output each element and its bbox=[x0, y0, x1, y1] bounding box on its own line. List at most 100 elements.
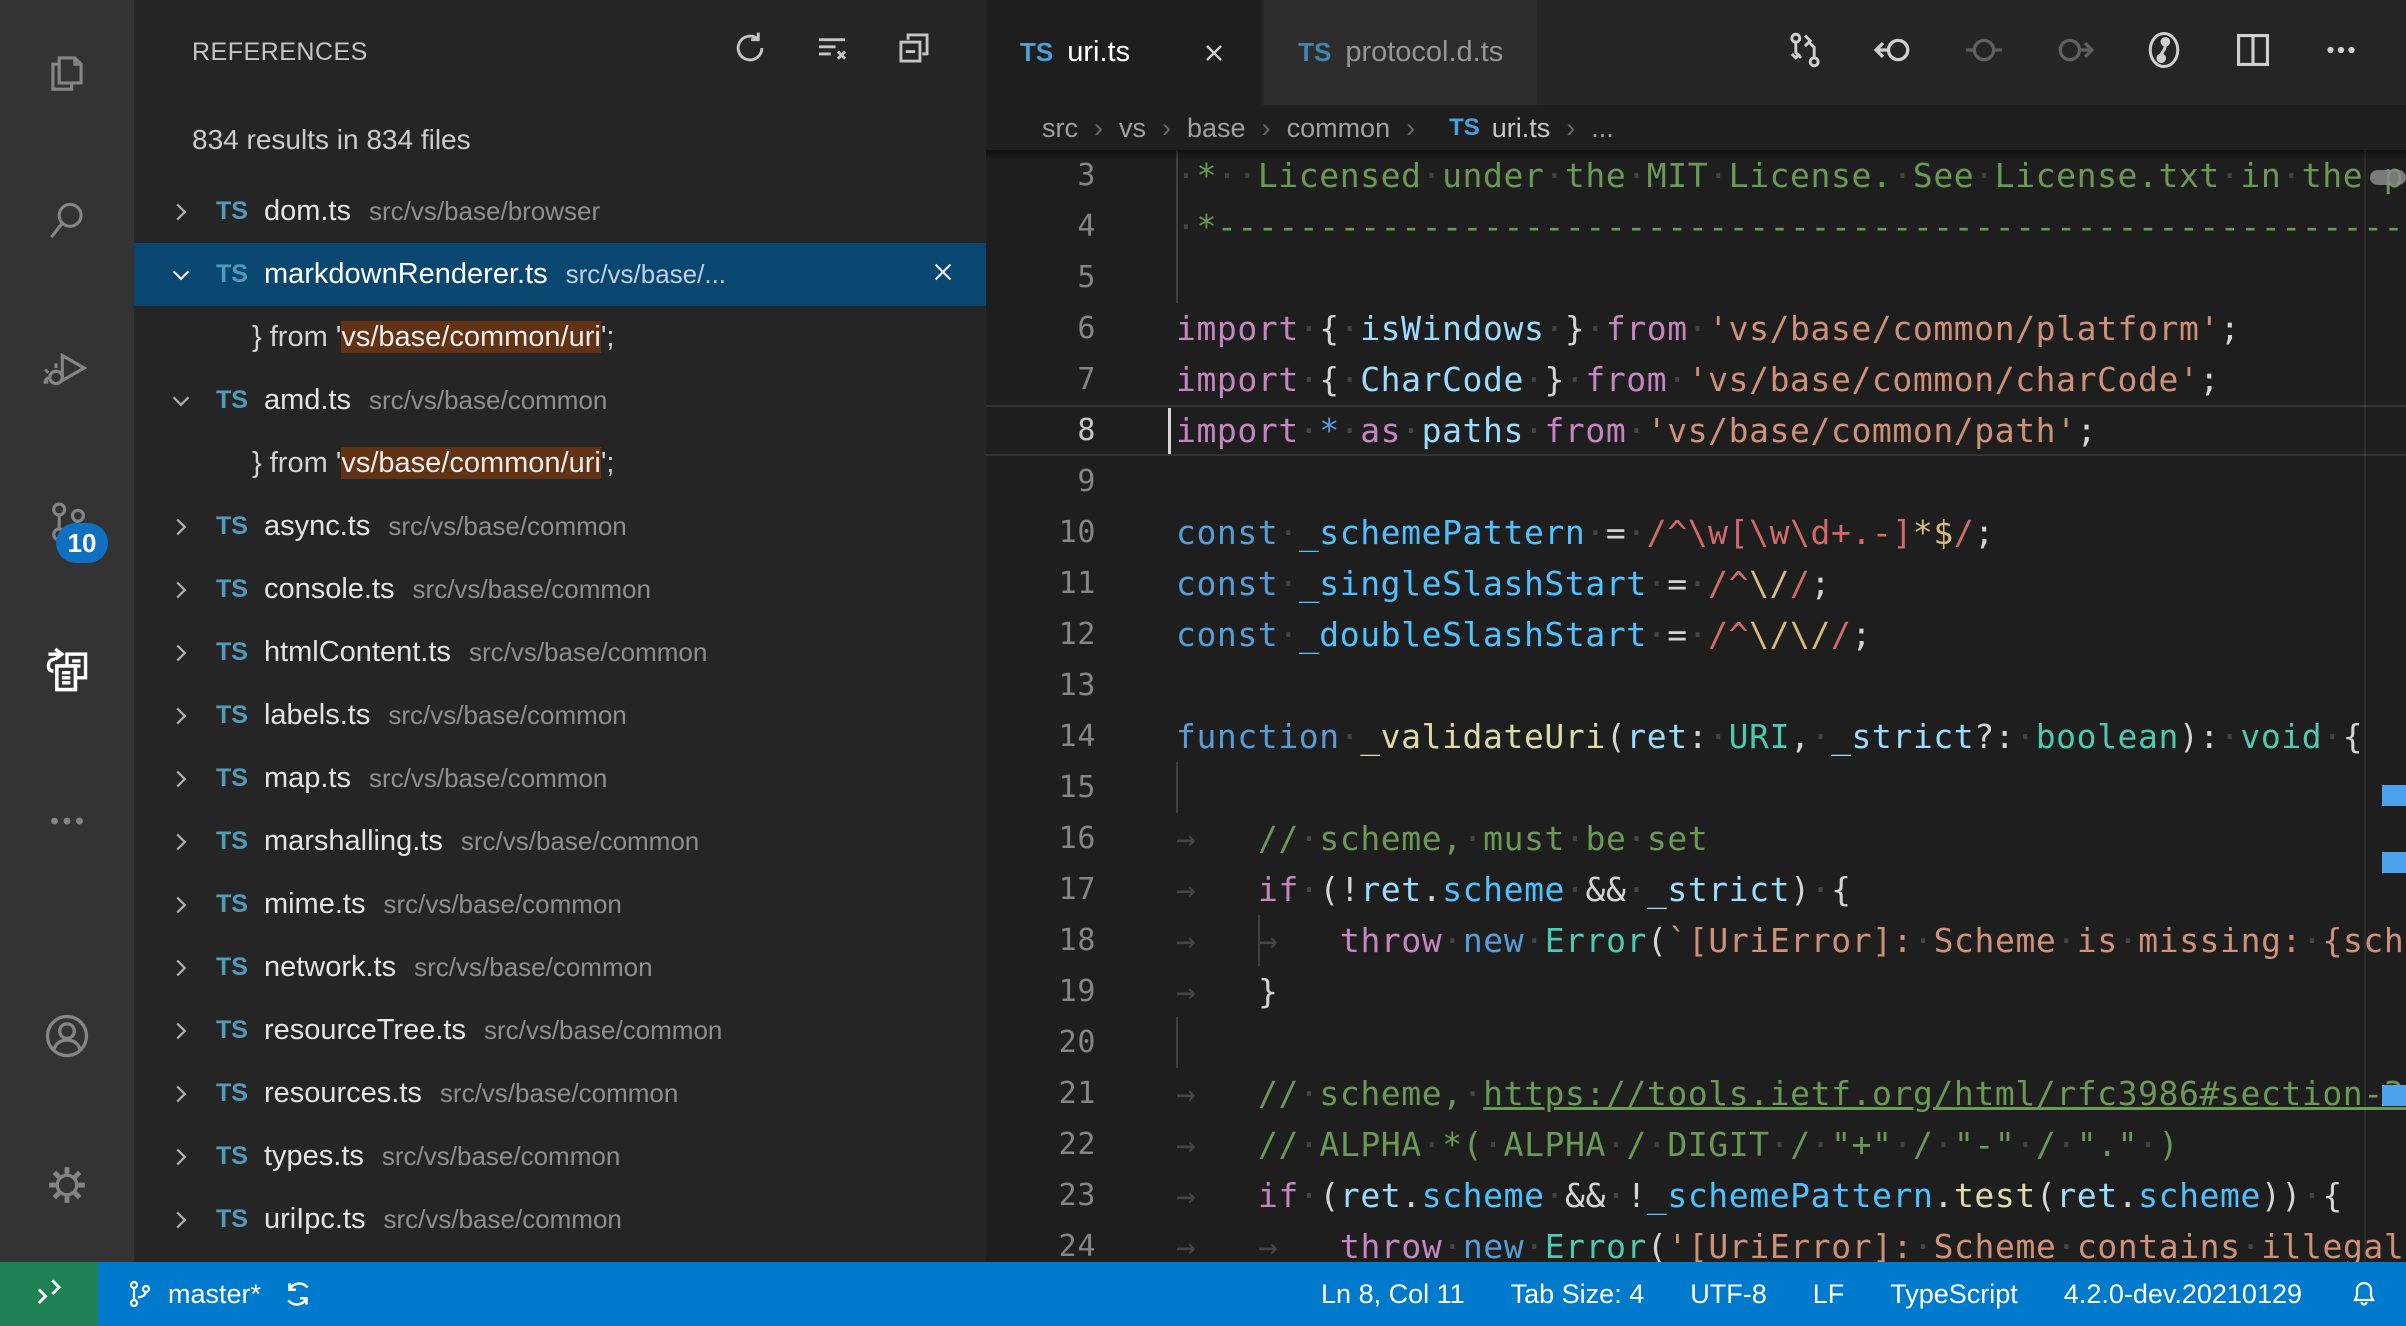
code-line[interactable]: 19→} bbox=[986, 966, 2406, 1017]
tree-file-row[interactable]: TSmarkdownRenderer.tssrc/vs/base/... bbox=[134, 243, 986, 306]
chevron-right-icon[interactable] bbox=[164, 951, 198, 985]
code-line[interactable]: 9 bbox=[986, 456, 2406, 507]
code-line[interactable]: 5 bbox=[986, 252, 2406, 303]
chevron-right-icon[interactable] bbox=[164, 636, 198, 670]
tab-protocol-d-ts[interactable]: TS protocol.d.ts bbox=[1264, 0, 1539, 105]
code-line[interactable]: 22→//·ALPHA·*(·ALPHA·/·DIGIT·/·"+"·/·"-"… bbox=[986, 1119, 2406, 1170]
breadcrumb-item[interactable]: src bbox=[1042, 113, 1078, 144]
file-name: resources.ts bbox=[264, 1077, 422, 1110]
eol[interactable]: LF bbox=[1813, 1279, 1845, 1310]
chevron-right-icon[interactable] bbox=[164, 1077, 198, 1111]
search-icon[interactable] bbox=[0, 172, 134, 268]
code-line[interactable]: 8import·*·as·paths·from·'vs/base/common/… bbox=[986, 405, 2406, 456]
chevron-right-icon[interactable] bbox=[164, 888, 198, 922]
chevron-right-icon[interactable] bbox=[164, 1203, 198, 1237]
chevron-right-icon[interactable] bbox=[164, 825, 198, 859]
code-line[interactable]: 13 bbox=[986, 660, 2406, 711]
breadcrumb-item[interactable]: vs bbox=[1119, 113, 1146, 144]
code-line[interactable]: 4·*-------------------------------------… bbox=[986, 201, 2406, 252]
chevron-right-icon[interactable] bbox=[164, 762, 198, 796]
chevron-down-icon[interactable] bbox=[164, 384, 198, 418]
code-viewport[interactable]: 3·*··Licensed·under·the·MIT·License.·See… bbox=[986, 150, 2406, 1262]
chevron-right-icon[interactable] bbox=[164, 699, 198, 733]
tree-file-row[interactable]: TSmime.tssrc/vs/base/common bbox=[134, 873, 986, 936]
code-line[interactable]: 12const·_doubleSlashStart·=·/^\/\//; bbox=[986, 609, 2406, 660]
encoding[interactable]: UTF-8 bbox=[1690, 1279, 1767, 1310]
run-debug-icon[interactable] bbox=[0, 320, 134, 416]
notifications-bell-icon[interactable] bbox=[2348, 1278, 2380, 1310]
breadcrumb-item[interactable]: base bbox=[1187, 113, 1246, 144]
tree-file-row[interactable]: TSmap.tssrc/vs/base/common bbox=[134, 747, 986, 810]
explorer-icon[interactable] bbox=[0, 24, 134, 120]
code-line[interactable]: 20 bbox=[986, 1017, 2406, 1068]
scrollbar-track[interactable] bbox=[2364, 150, 2366, 1262]
tree-file-row[interactable]: TSdom.tssrc/vs/base/browser bbox=[134, 180, 986, 243]
tree-file-row[interactable]: TSconsole.tssrc/vs/base/common bbox=[134, 558, 986, 621]
timeline-icon[interactable] bbox=[2142, 28, 2186, 77]
tree-file-row[interactable]: TSnetwork.tssrc/vs/base/common bbox=[134, 936, 986, 999]
chevron-right-icon[interactable] bbox=[164, 510, 198, 544]
code-line[interactable]: 15 bbox=[986, 762, 2406, 813]
language-mode[interactable]: TypeScript bbox=[1890, 1279, 2018, 1310]
code-line[interactable]: 7import·{·CharCode·}·from·'vs/base/commo… bbox=[986, 354, 2406, 405]
tree-result-row[interactable]: } from 'vs/base/common/uri'; bbox=[134, 432, 986, 495]
code-line[interactable]: 24→→throw·new·Error('[UriError]:·Scheme·… bbox=[986, 1221, 2406, 1262]
code-line[interactable]: 18→→throw·new·Error(`[UriError]:·Scheme·… bbox=[986, 915, 2406, 966]
tree-file-row[interactable]: TSlabels.tssrc/vs/base/common bbox=[134, 684, 986, 747]
tree-file-row[interactable]: TShtmlContent.tssrc/vs/base/common bbox=[134, 621, 986, 684]
line-number: 5 bbox=[986, 252, 1096, 303]
tree-file-row[interactable]: TStypes.tssrc/vs/base/common bbox=[134, 1125, 986, 1188]
code-line[interactable]: 14function·_validateUri(ret:·URI,·_stric… bbox=[986, 711, 2406, 762]
code-line[interactable]: 21→//·scheme,·https://tools.ietf.org/htm… bbox=[986, 1068, 2406, 1119]
tab-whitespace: → bbox=[1176, 1068, 1258, 1119]
scrollbar-thumb[interactable] bbox=[2370, 170, 2406, 185]
code-line[interactable]: 6import·{·isWindows·}·from·'vs/base/comm… bbox=[986, 303, 2406, 354]
remote-indicator[interactable] bbox=[0, 1262, 98, 1326]
more-icon[interactable] bbox=[0, 773, 134, 869]
current-reference-icon[interactable] bbox=[1962, 28, 2006, 77]
more-actions-icon[interactable] bbox=[2320, 29, 2362, 76]
tree-file-row[interactable]: TSamd.tssrc/vs/base/common bbox=[134, 369, 986, 432]
tab-size[interactable]: Tab Size: 4 bbox=[1511, 1279, 1645, 1310]
split-editor-icon[interactable] bbox=[2232, 29, 2274, 76]
code-line[interactable]: 16→//·scheme,·must·be·set bbox=[986, 813, 2406, 864]
sync-icon[interactable] bbox=[281, 1277, 315, 1311]
git-branch-item[interactable]: master* bbox=[124, 1278, 261, 1310]
status-bar: master* Ln 8, Col 11 Tab Size: 4 UTF-8 L… bbox=[0, 1262, 2406, 1326]
open-changes-icon[interactable] bbox=[1784, 29, 1826, 76]
tree-file-row[interactable]: TSresources.tssrc/vs/base/common bbox=[134, 1062, 986, 1125]
references-icon[interactable] bbox=[0, 623, 134, 719]
next-reference-icon[interactable] bbox=[2052, 28, 2096, 77]
tab-whitespace: → bbox=[1176, 1221, 1258, 1262]
chevron-right-icon[interactable] bbox=[164, 1140, 198, 1174]
code-line[interactable]: 17→if·(!ret.scheme·&&·_strict)·{ bbox=[986, 864, 2406, 915]
cursor-position[interactable]: Ln 8, Col 11 bbox=[1321, 1279, 1465, 1310]
code-line[interactable]: 23→if·(ret.scheme·&&·!_schemePattern.tes… bbox=[986, 1170, 2406, 1221]
code-line[interactable]: 10const·_schemePattern·=·/^\w[\w\d+.-]*$… bbox=[986, 507, 2406, 558]
breadcrumb-tail[interactable]: ... bbox=[1591, 113, 1614, 144]
version[interactable]: 4.2.0-dev.20210129 bbox=[2064, 1279, 2302, 1310]
settings-gear-icon[interactable] bbox=[0, 1137, 134, 1233]
chevron-right-icon[interactable] bbox=[164, 1014, 198, 1048]
tree-file-row[interactable]: TSasync.tssrc/vs/base/common bbox=[134, 495, 986, 558]
account-icon[interactable] bbox=[0, 988, 134, 1084]
previous-reference-icon[interactable] bbox=[1872, 28, 1916, 77]
clear-all-icon[interactable] bbox=[812, 28, 852, 68]
tree-file-row[interactable]: TSresourceTree.tssrc/vs/base/common bbox=[134, 999, 986, 1062]
code-line[interactable]: 11const·_singleSlashStart·=·/^\//; bbox=[986, 558, 2406, 609]
breadcrumb-file[interactable]: uri.ts bbox=[1492, 113, 1551, 144]
dismiss-icon[interactable] bbox=[928, 257, 958, 292]
tree-result-row[interactable]: } from 'vs/base/common/uri'; bbox=[134, 306, 986, 369]
tab-label: uri.ts bbox=[1067, 36, 1130, 69]
tree-file-row[interactable]: TSmarshalling.tssrc/vs/base/common bbox=[134, 810, 986, 873]
chevron-right-icon[interactable] bbox=[164, 195, 198, 229]
chevron-right-icon[interactable] bbox=[164, 573, 198, 607]
collapse-all-icon[interactable] bbox=[894, 28, 934, 68]
tab-uri-ts[interactable]: TS uri.ts bbox=[986, 0, 1264, 105]
line-number: 14 bbox=[986, 711, 1096, 762]
breadcrumb-item[interactable]: common bbox=[1287, 113, 1391, 144]
chevron-down-icon[interactable] bbox=[164, 258, 198, 292]
refresh-icon[interactable] bbox=[730, 28, 770, 68]
tree-file-row[interactable]: TSuriIpc.tssrc/vs/base/common bbox=[134, 1188, 986, 1251]
tab-close-icon[interactable] bbox=[1200, 39, 1228, 67]
